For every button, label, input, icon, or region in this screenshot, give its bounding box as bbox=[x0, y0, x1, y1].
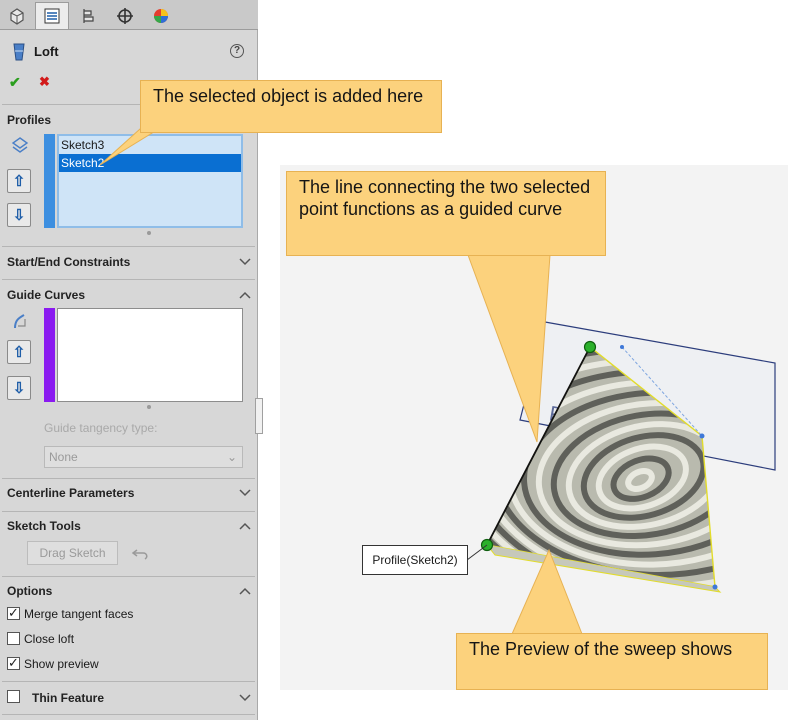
tag-leader bbox=[466, 544, 488, 561]
vertex-point bbox=[712, 584, 718, 590]
callout-preview: The Preview of the sweep shows bbox=[456, 633, 768, 690]
vertex-point bbox=[620, 345, 624, 349]
callout-pointer bbox=[467, 254, 551, 443]
profile-tag: Profile(Sketch2) bbox=[362, 545, 468, 575]
vertex-point bbox=[699, 433, 705, 439]
callout-guide-line: The line connecting the two selected poi… bbox=[286, 171, 606, 256]
callout-selected-object: The selected object is added here bbox=[140, 80, 442, 133]
connector-point-top[interactable] bbox=[583, 340, 597, 354]
